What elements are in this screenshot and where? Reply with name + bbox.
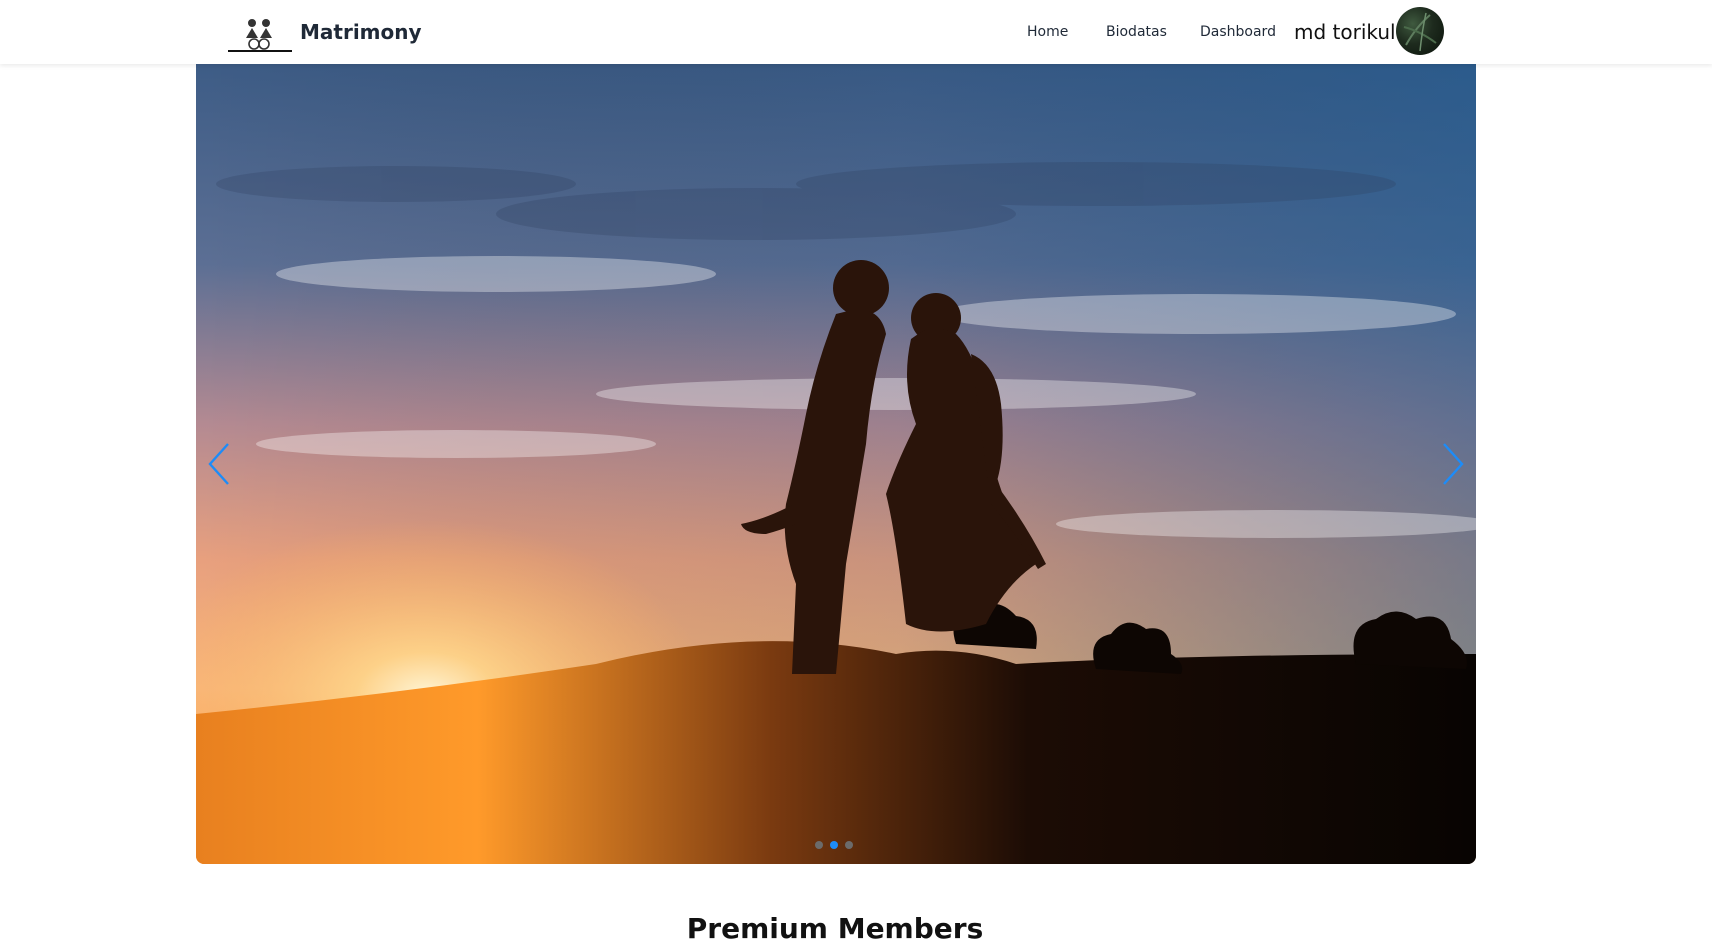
avatar[interactable]: [1396, 7, 1444, 55]
carousel-dot-1[interactable]: [815, 841, 823, 849]
hero-carousel: [196, 64, 1476, 864]
logo-icon[interactable]: [228, 14, 292, 52]
navbar: Matrimony Home Biodatas Dashboard md tor…: [0, 0, 1712, 64]
premium-members-title: Premium Members: [686, 912, 984, 945]
carousel-prev-arrow-icon[interactable]: [206, 440, 234, 488]
carousel-dot-2[interactable]: [830, 841, 838, 849]
nav-home-link[interactable]: Home: [1027, 24, 1068, 40]
logo-underline: [228, 50, 292, 52]
nav-biodatas-link[interactable]: Biodatas: [1106, 24, 1167, 40]
nav-dashboard-link[interactable]: Dashboard: [1200, 24, 1276, 40]
brand-name[interactable]: Matrimony: [300, 20, 422, 44]
carousel-next-arrow-icon[interactable]: [1438, 440, 1466, 488]
carousel-dot-3[interactable]: [845, 841, 853, 849]
hero-slide-image: [196, 64, 1476, 864]
carousel-pagination: [815, 841, 853, 851]
user-name: md torikul: [1294, 20, 1396, 44]
